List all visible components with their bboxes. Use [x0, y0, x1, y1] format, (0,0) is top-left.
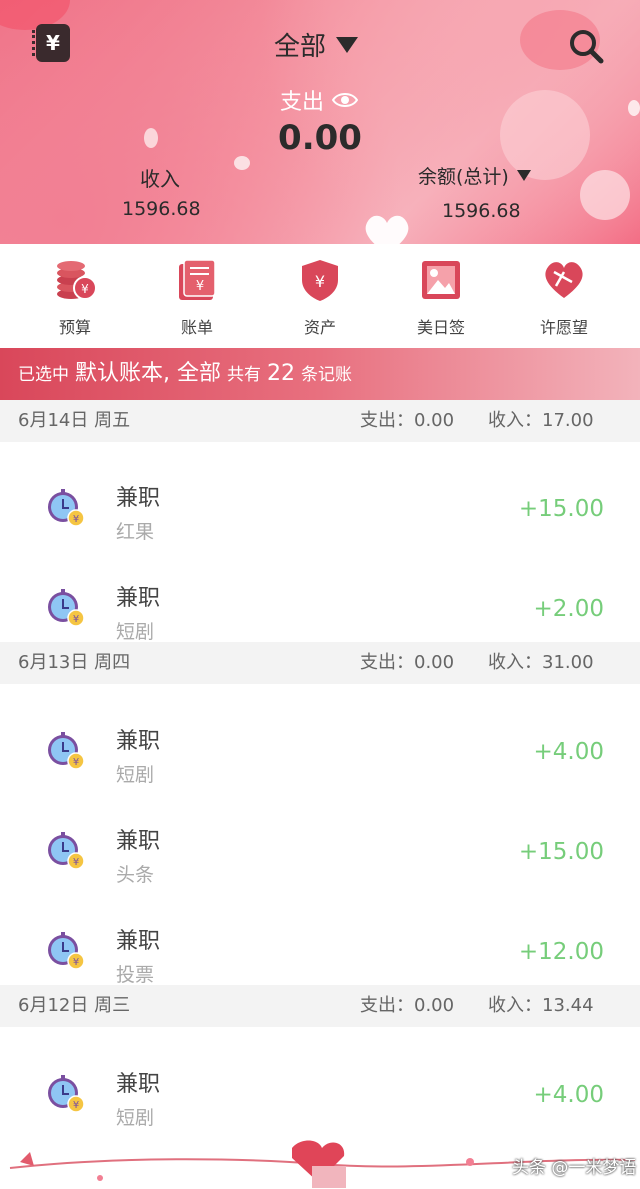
balance-label: 余额(总计)	[418, 166, 509, 188]
expense-total: 0.00	[278, 118, 362, 158]
income-total: 1596.68	[122, 198, 201, 220]
day-header: 6月14日 周五 支出：0.00 收入：17.00	[0, 400, 640, 442]
wish-heart-icon	[545, 262, 583, 298]
day-date: 6月14日 周五	[18, 410, 131, 431]
nav-budget[interactable]: ¥ 预算	[25, 258, 125, 338]
picture-icon	[422, 261, 460, 299]
svg-text:¥: ¥	[73, 614, 79, 625]
entry-amount: +4.00	[533, 1082, 604, 1108]
day-income: 收入：17.00	[488, 410, 594, 431]
day-expense: 支出：0.00	[360, 410, 455, 431]
day-income: 收入：31.00	[488, 652, 594, 673]
balance-total: 1596.68	[442, 200, 521, 222]
entry-amount: +2.00	[533, 596, 604, 622]
selection-banner: 已选中 默认账本, 全部 共有 22 条记账	[0, 348, 640, 400]
balance-selector[interactable]: 余额(总计)	[418, 162, 531, 189]
search-icon[interactable]	[566, 26, 606, 66]
part-time-clock-icon: ¥	[48, 589, 85, 627]
svg-text:¥: ¥	[196, 279, 204, 294]
nav-wishes[interactable]: 许愿望	[514, 258, 614, 338]
day-header: 6月13日 周四 支出：0.00 收入：31.00	[0, 642, 640, 684]
list-item[interactable]: ¥ 兼职 红果 +15.00	[0, 450, 640, 550]
entry-amount: +12.00	[518, 939, 604, 965]
nav-label: 账单	[180, 318, 213, 337]
entry-note: 短剧	[116, 1107, 155, 1129]
budget-coins-icon: ¥	[57, 261, 97, 300]
book-selector-label: 全部	[274, 32, 327, 62]
entry-category: 兼职	[116, 486, 161, 511]
svg-text:¥: ¥	[73, 1100, 79, 1111]
list-item[interactable]: ¥ 兼职 短剧 +4.00	[0, 693, 640, 793]
entry-category: 兼职	[116, 929, 161, 954]
eye-icon[interactable]	[332, 91, 359, 109]
decor-bubble	[580, 170, 630, 220]
expense-label: 支出	[280, 84, 359, 116]
watermark-text: 头条 @一米梦语	[512, 1158, 637, 1178]
entry-amount: +4.00	[533, 739, 604, 765]
quick-nav: ¥ 预算 ¥ 账单 ¥ 资产 美日签 许愿望	[0, 244, 640, 348]
entry-note: 投票	[116, 964, 155, 986]
caret-down-icon	[336, 36, 359, 53]
bill-icon: ¥	[179, 259, 216, 300]
entry-category: 兼职	[116, 586, 161, 611]
day-expense: 支出：0.00	[360, 652, 455, 673]
entry-note: 红果	[116, 521, 155, 543]
income-label: 收入	[140, 167, 180, 191]
yen-icon: ¥	[46, 31, 60, 55]
list-item[interactable]: ¥ 兼职 短剧 +4.00	[0, 1036, 640, 1136]
nav-bill[interactable]: ¥ 账单	[147, 258, 247, 338]
svg-text:¥: ¥	[73, 857, 79, 868]
part-time-clock-icon: ¥	[48, 489, 85, 527]
expense-label-text: 支出	[280, 90, 325, 115]
part-time-clock-icon: ¥	[48, 732, 85, 770]
entry-note: 头条	[116, 864, 155, 886]
entry-category: 兼职	[116, 829, 161, 854]
banner-mid: 共有	[227, 365, 261, 385]
day-header: 6月12日 周三 支出：0.00 收入：13.44	[0, 985, 640, 1027]
entry-note: 短剧	[116, 764, 155, 786]
entry-category: 兼职	[116, 1072, 161, 1097]
summary-header: ¥ 全部 支出 0.00 收入 1596.68 余额(总计) 1596.68	[0, 0, 640, 244]
part-time-clock-icon: ¥	[48, 932, 85, 970]
book-selector[interactable]: 全部	[274, 26, 359, 63]
day-date: 6月12日 周三	[18, 995, 131, 1016]
list-item[interactable]: ¥ 兼职 短剧 +2.00	[0, 550, 640, 650]
part-time-clock-icon: ¥	[48, 1075, 85, 1113]
nav-daily-sign[interactable]: 美日签	[391, 258, 491, 338]
nav-assets[interactable]: ¥ 资产	[270, 258, 370, 338]
banner-suffix: 条记账	[301, 365, 352, 385]
entry-amount: +15.00	[518, 496, 604, 522]
nav-label: 资产	[303, 318, 336, 337]
svg-text:¥: ¥	[73, 514, 79, 525]
list-item[interactable]: ¥ 兼职 投票 +12.00	[0, 893, 640, 993]
svg-text:¥: ¥	[315, 272, 325, 291]
banner-book-name: 默认账本, 全部	[75, 361, 221, 386]
entry-note: 短剧	[116, 621, 155, 643]
banner-count: 22	[267, 361, 295, 386]
day-date: 6月13日 周四	[18, 652, 131, 673]
decor-petal	[234, 156, 250, 170]
entry-category: 兼职	[116, 729, 161, 754]
nav-label: 许愿望	[539, 318, 588, 337]
banner-prefix: 已选中	[18, 365, 69, 385]
day-income: 收入：13.44	[488, 995, 594, 1016]
decor-petal	[628, 100, 640, 116]
nav-label: 预算	[58, 318, 91, 337]
svg-text:¥: ¥	[81, 282, 89, 296]
part-time-clock-icon: ¥	[48, 832, 85, 870]
ledger-book-button[interactable]: ¥	[32, 24, 70, 62]
caret-down-icon	[516, 170, 531, 181]
heart-icon	[365, 215, 409, 244]
asset-shield-icon: ¥	[302, 260, 338, 301]
day-expense: 支出：0.00	[360, 995, 455, 1016]
list-item[interactable]: ¥ 兼职 头条 +15.00	[0, 793, 640, 893]
entry-amount: +15.00	[518, 839, 604, 865]
svg-text:¥: ¥	[73, 957, 79, 968]
svg-text:¥: ¥	[73, 757, 79, 768]
nav-label: 美日签	[416, 318, 465, 337]
